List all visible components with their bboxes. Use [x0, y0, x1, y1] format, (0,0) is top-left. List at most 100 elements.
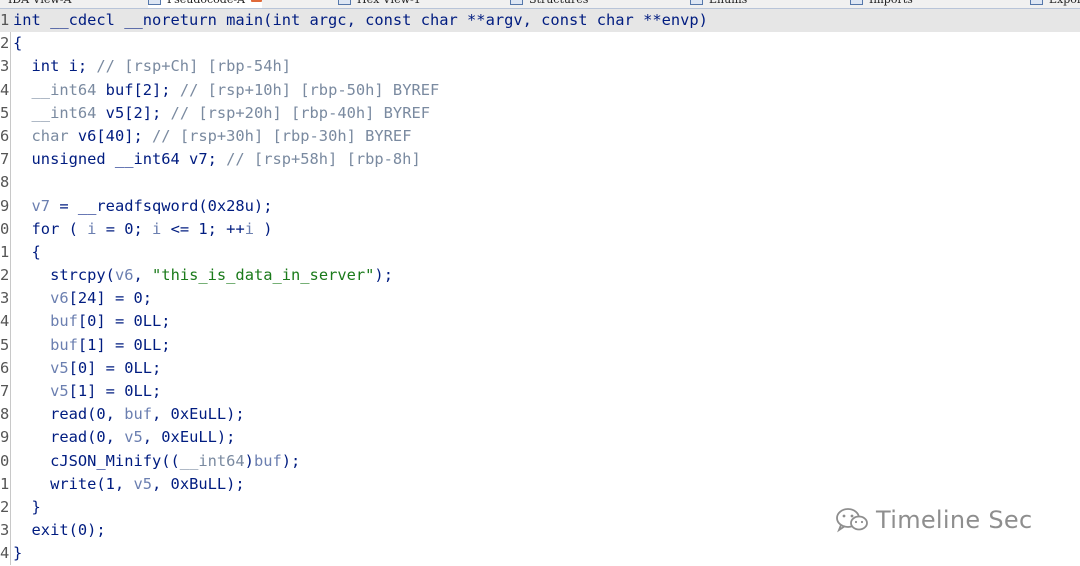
code-token: { [13, 242, 41, 261]
code-token: <= 1; ++ [161, 219, 245, 238]
code-text: } [13, 496, 41, 519]
code-line[interactable]: 4 buf[0] = 0LL; [0, 310, 1080, 333]
tab-icon [510, 0, 523, 5]
code-token: __int64 [179, 451, 245, 470]
code-text: int __cdecl __noreturn main(int argc, co… [13, 9, 708, 32]
code-token: strcpy( [13, 266, 115, 285]
code-text: read(0, v5, 0xEuLL); [13, 426, 235, 449]
tab-enums[interactable]: Enums [690, 0, 747, 8]
tab-icon [148, 0, 161, 5]
line-number: 1 [0, 11, 10, 29]
code-token: , 0xEuLL); [142, 428, 236, 447]
line-number: 6 [0, 358, 10, 377]
code-line[interactable]: 2 strcpy(v6, "this_is_data_in_server"); [0, 264, 1080, 287]
code-line[interactable]: 9 v7 = __readfsqword(0x28u); [0, 195, 1080, 218]
tab-label: Enums [709, 0, 747, 6]
watermark-text: Timeline Sec [876, 506, 1033, 534]
code-token: [1] = 0LL; [68, 382, 162, 400]
code-token: , [133, 266, 153, 285]
code-token: // [rsp+30h] [rbp-30h] BYREF [152, 126, 412, 145]
code-line[interactable]: 8 [0, 171, 1080, 194]
code-line[interactable]: 2{ [0, 32, 1080, 55]
tab-exports[interactable]: Exports [1030, 0, 1080, 8]
code-token: buf [13, 312, 78, 331]
code-token: buf [13, 335, 78, 354]
code-line[interactable]: 4 __int64 buf[2]; // [rsp+10h] [rbp-50h]… [0, 79, 1080, 102]
code-line[interactable]: 4} [0, 542, 1080, 565]
code-token: } [13, 497, 41, 516]
code-token: ); [281, 451, 301, 470]
code-line[interactable]: 1 int __cdecl __noreturn main(int argc, c… [0, 9, 1080, 33]
code-token: buf[2]; [105, 80, 180, 99]
code-token: write(1, [13, 474, 134, 493]
line-number: 1 [0, 242, 10, 261]
line-number: 3 [0, 289, 10, 308]
code-token: ) [254, 219, 273, 238]
code-token: [1] = 0LL; [77, 335, 171, 354]
code-line[interactable]: 8 read(0, buf, 0xEuLL); [0, 403, 1080, 426]
code-token: v6[40]; [77, 126, 153, 145]
code-token: i [244, 219, 254, 238]
code-line[interactable]: 0 cJSON_Minify((__int64)buf); [0, 450, 1080, 473]
line-number: 8 [0, 173, 10, 192]
tab-label: Hex View-1 [357, 0, 421, 6]
tab-label: Exports [1049, 0, 1080, 6]
tab-icon [338, 0, 351, 5]
code-line[interactable]: 1 write(1, v5, 0xBuLL); [0, 473, 1080, 496]
code-token: "this_is_data_in_server" [152, 266, 375, 285]
code-token: ) [244, 451, 254, 470]
tab-icon [850, 0, 863, 5]
code-line[interactable]: 1 { [0, 241, 1080, 264]
code-token: __int64 [13, 80, 106, 99]
code-token: [0] = 0LL; [77, 312, 171, 331]
tab-imports[interactable]: Imports [850, 0, 913, 8]
code-text: strcpy(v6, "this_is_data_in_server"); [13, 264, 393, 287]
code-token: v5 [124, 428, 143, 447]
code-token: unsigned __int64 v7; [13, 150, 227, 169]
code-text: char v6[40]; // [rsp+30h] [rbp-30h] BYRE… [13, 125, 412, 148]
code-token: v6 [13, 289, 69, 308]
code-text: int i; // [rsp+Ch] [rbp-54h] [13, 55, 291, 78]
tab-hex-view-1[interactable]: Hex View-1 [338, 0, 421, 8]
code-text: v6[24] = 0; [13, 287, 152, 310]
tab-pseudocode-a[interactable]: Pseudocode-A [148, 0, 263, 8]
code-token: // [rsp+10h] [rbp-50h] BYREF [179, 80, 440, 99]
code-token: read(0, [13, 428, 125, 447]
code-line[interactable]: 9 read(0, v5, 0xEuLL); [0, 426, 1080, 449]
code-token: exit(0); [13, 521, 106, 540]
close-icon[interactable] [251, 0, 263, 2]
code-line[interactable]: 7 unsigned __int64 v7; // [rsp+58h] [rbp… [0, 148, 1080, 171]
watermark: Timeline Sec [834, 503, 1032, 537]
tab-icon [1030, 0, 1043, 5]
line-number: 0 [0, 219, 10, 238]
code-line[interactable]: 6 v5[0] = 0LL; [0, 357, 1080, 380]
code-token: read(0, [13, 405, 125, 424]
line-number: 0 [0, 451, 10, 470]
code-token: , 0xEuLL); [152, 405, 245, 424]
tab-bar: IDA View-A Pseudocode-A Hex View-1 Structur… [0, 0, 1080, 9]
code-line[interactable]: 3 v6[24] = 0; [0, 287, 1080, 310]
code-text: for ( i = 0; i <= 1; ++i ) [13, 218, 273, 241]
code-text: __int64 v5[2]; // [rsp+20h] [rbp-40h] BY… [13, 102, 430, 125]
code-line[interactable]: 6 char v6[40]; // [rsp+30h] [rbp-30h] BY… [0, 125, 1080, 148]
code-token: v5 [133, 474, 153, 493]
code-line[interactable]: 0 for ( i = 0; i <= 1; ++i ) [0, 218, 1080, 241]
line-number: 6 [0, 126, 10, 145]
tab-structures[interactable]: Structures [510, 0, 588, 8]
tab-ida-view-a[interactable]: IDA View-A [8, 0, 71, 8]
code-text: { [13, 241, 41, 264]
code-text: v5[1] = 0LL; [13, 380, 161, 403]
code-line[interactable]: 7 v5[1] = 0LL; [0, 380, 1080, 403]
line-number: 3 [0, 521, 10, 540]
code-text: exit(0); [13, 519, 106, 542]
pseudocode-view[interactable]: 1 int __cdecl __noreturn main(int argc, c… [0, 9, 1080, 566]
tab-label: Structures [529, 0, 588, 6]
code-text: { [13, 32, 22, 55]
line-number: 4 [0, 312, 10, 331]
code-line[interactable]: 3 int i; // [rsp+Ch] [rbp-54h] [0, 55, 1080, 78]
code-text: buf[0] = 0LL; [13, 310, 171, 333]
tab-label: Imports [869, 0, 913, 6]
line-number: 4 [0, 80, 10, 99]
code-line[interactable]: 5 buf[1] = 0LL; [0, 334, 1080, 357]
code-line[interactable]: 5 __int64 v5[2]; // [rsp+20h] [rbp-40h] … [0, 102, 1080, 125]
